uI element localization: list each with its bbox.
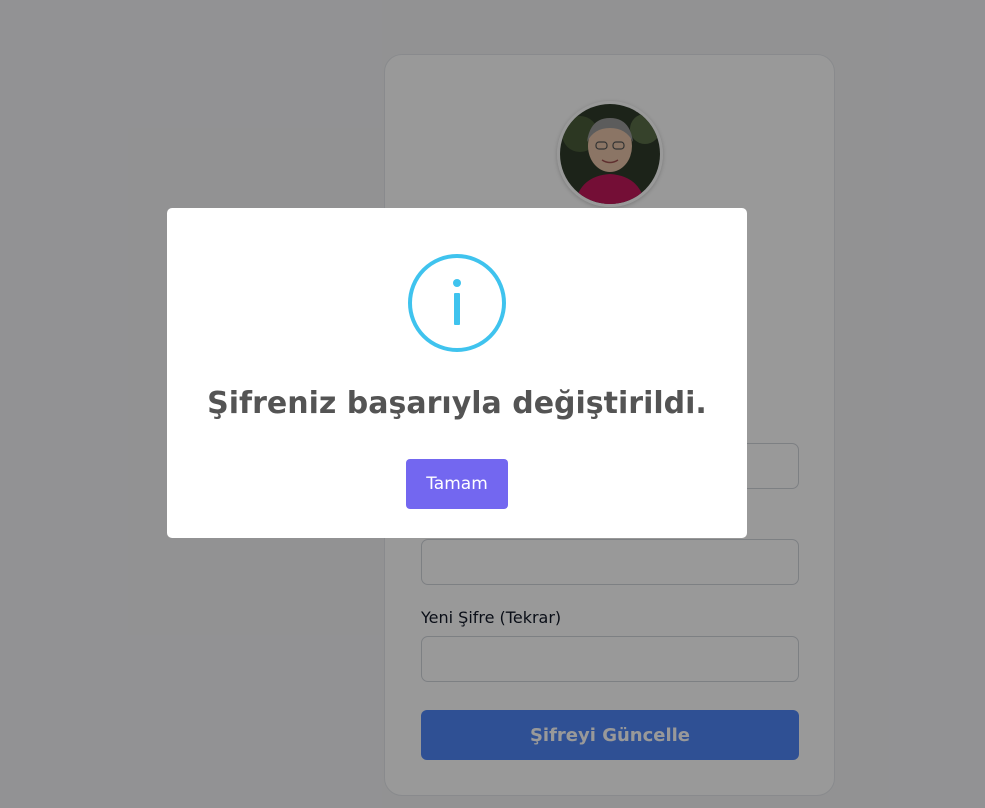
confirm-button[interactable]: Tamam [406,459,508,509]
dialog-message: Şifreniz başarıyla değiştirildi. [207,386,707,421]
info-icon [407,253,507,353]
success-dialog: Şifreniz başarıyla değiştirildi. Tamam [167,208,747,538]
